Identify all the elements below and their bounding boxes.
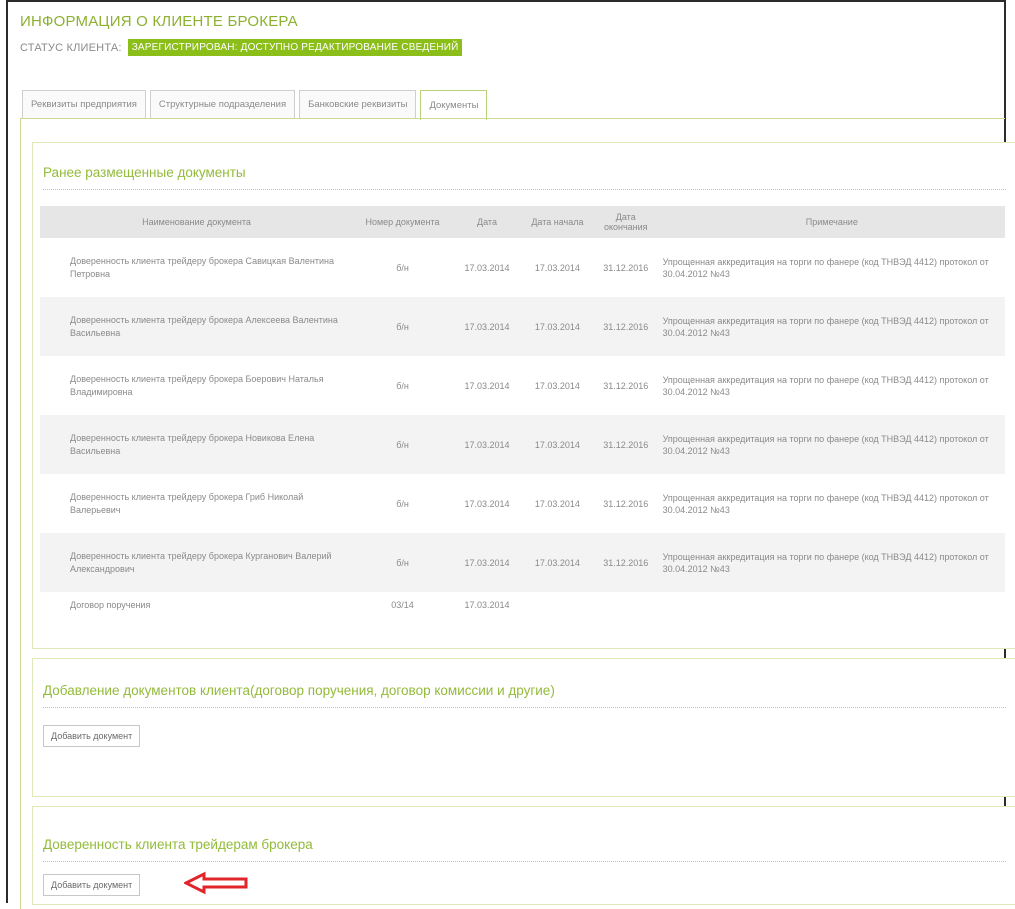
- cell-document-name: Доверенность клиента трейдеру брокера Са…: [70, 255, 334, 279]
- table-row[interactable]: Доверенность клиента трейдеру брокера Са…: [40, 238, 1005, 297]
- cell-date: 17.03.2014: [452, 533, 522, 592]
- cell-start-date: 17.03.2014: [521, 297, 593, 356]
- tab-structural-units[interactable]: Структурные подразделения: [149, 90, 296, 118]
- cell-start-date: 17.03.2014: [534, 380, 580, 391]
- add-documents-section-title: Добавление документов клиента(договор по…: [43, 683, 555, 698]
- table-row[interactable]: Доверенность клиента трейдеру брокера Но…: [40, 415, 1005, 474]
- cell-document-number: б/н: [396, 498, 409, 509]
- add-document-button[interactable]: Добавить документ: [43, 725, 141, 747]
- left-arrow-icon-shape: [184, 871, 248, 895]
- left-arrow-icon: [184, 871, 248, 895]
- add-power-of-attorney-button[interactable]: Добавить документ: [43, 874, 141, 896]
- cell-document-number: 03/14: [391, 600, 414, 610]
- column-header-note: Примечание: [658, 206, 1005, 238]
- column-header-number: Номер документа: [352, 206, 453, 238]
- cell-note: [659, 592, 1005, 618]
- table-header-row: Наименование документа Номер документа Д…: [40, 206, 1005, 238]
- cell-note: Упрощенная аккредитация на торги по фане…: [658, 533, 1005, 592]
- cell-start-date: [522, 592, 593, 618]
- cell-note: Упрощенная аккредитация на торги по фане…: [662, 492, 989, 515]
- cell-end-date: 31.12.2016: [603, 498, 649, 509]
- cell-date: 17.03.2014: [464, 262, 510, 273]
- power-of-attorney-section-title: Доверенность клиента трейдерам брокера: [43, 837, 313, 852]
- cell-document-number: б/н: [396, 380, 409, 391]
- tab-company-details[interactable]: Реквизиты предприятия: [22, 90, 146, 118]
- page-title: ИНФОРМАЦИЯ О КЛИЕНТЕ БРОКЕРА: [20, 13, 298, 30]
- window-frame-left: [6, 0, 8, 903]
- cell-start-date: 17.03.2014: [521, 533, 593, 592]
- status-label: СТАТУС КЛИЕНТА:: [20, 41, 122, 54]
- tab-bank-details[interactable]: Банковские реквизиты: [299, 90, 417, 118]
- column-header-date: Дата: [452, 206, 522, 238]
- cell-document-number: б/н: [352, 533, 453, 592]
- power-of-attorney-section: Доверенность клиента трейдерам брокера: [32, 806, 1015, 905]
- cell-end-date: 31.12.2016: [603, 380, 649, 391]
- cell-date: 17.03.2014: [464, 600, 510, 610]
- column-header-end-date: Дата окончания: [592, 206, 659, 238]
- cell-document-name: Договор поручения: [70, 599, 151, 610]
- cell-document-name: Доверенность клиента трейдеру брокера Ку…: [40, 533, 353, 592]
- cell-document-number: б/н: [352, 297, 453, 356]
- tab-documents[interactable]: Документы: [420, 90, 488, 120]
- cell-note: Упрощенная аккредитация на торги по фане…: [658, 297, 1005, 356]
- table-row[interactable]: Доверенность клиента трейдеру брокера Ал…: [40, 297, 1005, 356]
- table-row[interactable]: Договор поручения 03/14 17.03.2014: [40, 592, 1005, 618]
- section-divider: [43, 189, 1006, 190]
- client-status: СТАТУС КЛИЕНТА: ЗАРЕГИСТРИРОВАН: ДОСТУПН…: [20, 39, 463, 56]
- column-header-start-date: Дата начала: [521, 206, 593, 238]
- cell-end-date: 31.12.2016: [592, 415, 659, 474]
- section-divider: [43, 707, 1006, 708]
- status-badge: ЗАРЕГИСТРИРОВАН: ДОСТУПНО РЕДАКТИРОВАНИЕ…: [127, 39, 463, 56]
- table-row[interactable]: Доверенность клиента трейдеру брокера Ку…: [40, 533, 1005, 592]
- cell-document-name: Доверенность клиента трейдеру брокера Гр…: [70, 491, 304, 515]
- add-documents-section: Добавление документов клиента(договор по…: [32, 658, 1015, 797]
- section-divider: [43, 861, 1006, 862]
- documents-table: Наименование документа Номер документа Д…: [40, 206, 1005, 618]
- cell-document-number: б/н: [396, 262, 409, 273]
- cell-start-date: 17.03.2014: [521, 415, 593, 474]
- cell-start-date: 17.03.2014: [534, 262, 580, 273]
- cell-end-date: 31.12.2016: [592, 297, 659, 356]
- cell-end-date: 31.12.2016: [592, 533, 659, 592]
- window-frame-top: [6, 0, 1006, 2]
- table-row[interactable]: Доверенность клиента трейдеру брокера Гр…: [40, 474, 1005, 533]
- cell-document-name: Доверенность клиента трейдеру брокера Но…: [40, 415, 353, 474]
- cell-document-number: б/н: [352, 415, 453, 474]
- cell-document-name: Доверенность клиента трейдеру брокера Ал…: [40, 297, 353, 356]
- cell-end-date: [593, 592, 659, 618]
- cell-document-name: Доверенность клиента трейдеру брокера Бо…: [70, 373, 324, 397]
- cell-date: 17.03.2014: [464, 380, 510, 391]
- tab-bar: Реквизиты предприятия Структурные подраз…: [22, 90, 491, 120]
- cell-date: 17.03.2014: [464, 498, 510, 509]
- cell-date: 17.03.2014: [452, 415, 522, 474]
- column-header-name: Наименование документа: [40, 206, 353, 238]
- table-row[interactable]: Доверенность клиента трейдеру брокера Бо…: [40, 356, 1005, 415]
- documents-section-title: Ранее размещенные документы: [43, 165, 246, 180]
- cell-date: 17.03.2014: [452, 297, 522, 356]
- cell-start-date: 17.03.2014: [534, 498, 580, 509]
- cell-note: Упрощенная аккредитация на торги по фане…: [662, 256, 989, 279]
- cell-note: Упрощенная аккредитация на торги по фане…: [658, 415, 1005, 474]
- cell-end-date: 31.12.2016: [603, 262, 649, 273]
- cell-note: Упрощенная аккредитация на торги по фане…: [662, 374, 989, 397]
